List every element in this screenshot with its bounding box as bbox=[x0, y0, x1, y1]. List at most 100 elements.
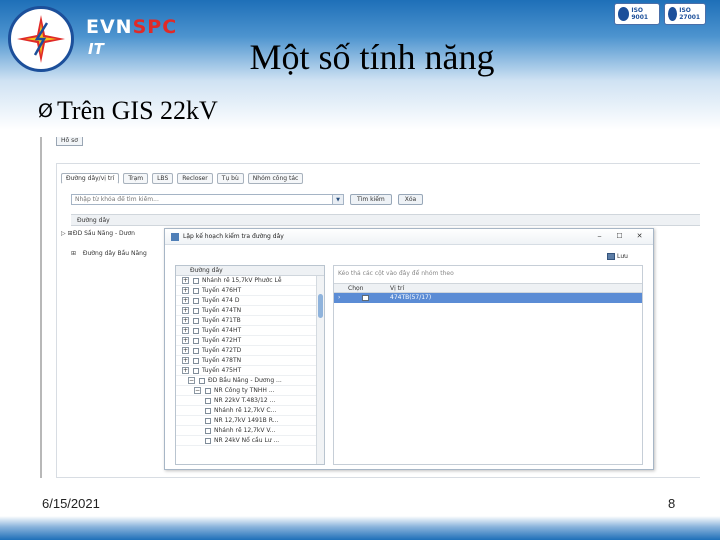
tree-checkbox[interactable] bbox=[193, 348, 199, 354]
tree-item[interactable]: + Tuyến 475HT bbox=[176, 366, 324, 376]
slide-footer-band bbox=[0, 516, 720, 540]
tree-item-label: Tuyến 476HT bbox=[202, 287, 242, 294]
tree-item-label: Tuyến 474TN bbox=[202, 307, 242, 314]
tree-checkbox[interactable] bbox=[193, 338, 199, 344]
tree-item[interactable]: + Nhánh rẽ 15,7kV Phước Lễ bbox=[176, 276, 324, 286]
minimize-icon[interactable]: ⎯ bbox=[595, 232, 604, 241]
tree-checkbox[interactable] bbox=[193, 308, 199, 314]
tree-item[interactable]: NR 22kV T.483/12 ... bbox=[176, 396, 324, 406]
tree-item-label: Nhánh rẽ 12,7kV C... bbox=[214, 407, 277, 414]
expand-icon[interactable]: + bbox=[182, 347, 189, 354]
search-button[interactable]: Tìm kiếm bbox=[350, 194, 392, 205]
expand-icon[interactable]: + bbox=[182, 367, 189, 374]
slide-title: Một số tính năng bbox=[249, 37, 495, 77]
column-vi-tri[interactable]: Vị trí bbox=[390, 284, 404, 293]
close-icon[interactable]: ✕ bbox=[635, 232, 644, 241]
expand-icon[interactable]: + bbox=[182, 327, 189, 334]
tree-item[interactable]: + Tuyến 476HT bbox=[176, 286, 324, 296]
save-icon bbox=[607, 252, 615, 260]
plan-inspection-dialog: Lập kế hoạch kiểm tra đường dây ⎯ ☐ ✕ Lư… bbox=[164, 228, 654, 470]
tree-checkbox[interactable] bbox=[193, 318, 199, 324]
tree-item[interactable]: Nhánh rẽ 12,7kV V... bbox=[176, 426, 324, 436]
tree-checkbox[interactable] bbox=[193, 358, 199, 364]
tree-item[interactable]: + Tuyến 478TN bbox=[176, 356, 324, 366]
tab-ho-so[interactable]: Hồ sơ bbox=[56, 137, 83, 146]
tree-checkbox[interactable] bbox=[193, 328, 199, 334]
tab-nhom-cong-tac[interactable]: Nhóm công tác bbox=[247, 173, 304, 184]
tree-item[interactable]: Nhánh rẽ 12,7kV C... bbox=[176, 406, 324, 416]
grid-header: Chọn Vị trí bbox=[334, 283, 642, 293]
expand-icon[interactable]: + bbox=[182, 307, 189, 314]
expand-icon[interactable]: ▷ ⊞ bbox=[61, 230, 73, 237]
tree-item[interactable]: + Tuyến 472HT bbox=[176, 336, 324, 346]
tree-item[interactable]: + Tuyến 474HT bbox=[176, 326, 324, 336]
search-input[interactable] bbox=[71, 194, 333, 205]
tree-checkbox[interactable] bbox=[193, 368, 199, 374]
tree-item-label: Tuyến 474 D bbox=[202, 297, 240, 304]
column-chon[interactable]: Chọn bbox=[348, 284, 363, 293]
collapse-icon[interactable]: − bbox=[194, 387, 201, 394]
tree-item[interactable]: + Tuyến 474 D bbox=[176, 296, 324, 306]
expand-icon[interactable]: + bbox=[182, 337, 189, 344]
iso-globe-icon bbox=[618, 7, 630, 21]
tree-item[interactable]: + Tuyến 471TB bbox=[176, 316, 324, 326]
iso-27001-badge: ISO 27001 bbox=[664, 3, 706, 25]
expand-icon[interactable]: ⊞ bbox=[71, 250, 81, 257]
expand-icon[interactable]: + bbox=[182, 317, 189, 324]
save-button[interactable]: Lưu bbox=[607, 251, 628, 261]
tree-item[interactable]: + Tuyến 474TN bbox=[176, 306, 324, 316]
page-number: 8 bbox=[668, 496, 676, 511]
clear-button[interactable]: Xóa bbox=[397, 194, 424, 205]
tree-checkbox[interactable] bbox=[193, 288, 199, 294]
tree-item[interactable]: NR 12,7kV 1491B R... bbox=[176, 416, 324, 426]
tree-body: + Nhánh rẽ 15,7kV Phước Lễ + Tuyến 476HT + Tu… bbox=[176, 276, 324, 446]
tab-lbs[interactable]: LBS bbox=[152, 173, 174, 184]
tree-item-label: Tuyến 478TN bbox=[202, 357, 242, 364]
table-row[interactable]: ⊞ Đường dây Bầu Năng bbox=[71, 250, 147, 257]
tree-checkbox[interactable] bbox=[205, 428, 211, 434]
dialog-title: Lập kế hoạch kiểm tra đường dây bbox=[183, 233, 284, 240]
dropdown-arrow-icon[interactable]: ▼ bbox=[332, 194, 344, 205]
tab-tu-bu[interactable]: Tụ bù bbox=[216, 173, 244, 184]
row-position: 474TB(57/17) bbox=[390, 294, 432, 301]
grid-header-duong-day[interactable]: Đường dây bbox=[71, 214, 700, 226]
tree-item-label: Tuyến 474HT bbox=[202, 327, 242, 334]
row-checkbox[interactable] bbox=[362, 295, 369, 301]
search-row: ▼ Tìm kiếm Xóa bbox=[71, 194, 424, 205]
tree-checkbox[interactable] bbox=[193, 298, 199, 304]
brand-name: EVNSPC bbox=[86, 16, 177, 38]
tree-item[interactable]: − NR Công ty TNHH ... bbox=[176, 386, 324, 396]
tree-scrollbar[interactable] bbox=[316, 276, 324, 464]
expand-icon[interactable]: + bbox=[182, 297, 189, 304]
tree-checkbox[interactable] bbox=[205, 408, 211, 414]
expand-icon[interactable]: + bbox=[182, 277, 189, 284]
tree-item-label: Tuyến 475HT bbox=[202, 367, 242, 374]
tree-item[interactable]: + Tuyến 472TD bbox=[176, 346, 324, 356]
collapse-icon[interactable]: − bbox=[188, 377, 195, 384]
tree-checkbox[interactable] bbox=[193, 278, 199, 284]
tree-item-label: NR 12,7kV 1491B R... bbox=[214, 417, 279, 424]
maximize-icon[interactable]: ☐ bbox=[615, 232, 624, 241]
tree-item[interactable]: − ĐD Bầu Năng - Dương ... bbox=[176, 376, 324, 386]
scroll-thumb[interactable] bbox=[318, 294, 323, 318]
tree-checkbox[interactable] bbox=[205, 388, 211, 394]
tab-tram[interactable]: Trạm bbox=[123, 173, 149, 184]
tree-checkbox[interactable] bbox=[205, 438, 211, 444]
iso-9001-badge: ISO 9001 bbox=[614, 3, 660, 25]
brand-spc: SPC bbox=[132, 16, 178, 38]
tree-header[interactable]: Đường dây bbox=[176, 266, 324, 276]
table-row[interactable]: ▷ ⊞ ĐD Sầu Năng - Dươn bbox=[61, 230, 135, 237]
group-drop-hint[interactable]: Kéo thả các cột vào đây để nhóm theo bbox=[338, 270, 454, 277]
dialog-titlebar[interactable]: Lập kế hoạch kiểm tra đường dây ⎯ ☐ ✕ bbox=[165, 229, 653, 245]
tab-duong-day[interactable]: Đường dây/vị trí bbox=[61, 173, 120, 184]
tree-checkbox[interactable] bbox=[205, 398, 211, 404]
tab-recloser[interactable]: Recloser bbox=[177, 173, 213, 184]
line-tree: Đường dây + Nhánh rẽ 15,7kV Phước Lễ + Tuyế… bbox=[175, 265, 325, 465]
tree-checkbox[interactable] bbox=[205, 418, 211, 424]
tree-checkbox[interactable] bbox=[199, 378, 205, 384]
table-row-selected[interactable]: › 474TB(57/17) bbox=[334, 293, 642, 303]
object-type-tabs: Đường dây/vị trí Trạm LBS Recloser Tụ bù… bbox=[61, 173, 304, 184]
expand-icon[interactable]: + bbox=[182, 357, 189, 364]
tree-item[interactable]: NR 24kV Nổ cầu Lư ... bbox=[176, 436, 324, 446]
expand-icon[interactable]: + bbox=[182, 287, 189, 294]
